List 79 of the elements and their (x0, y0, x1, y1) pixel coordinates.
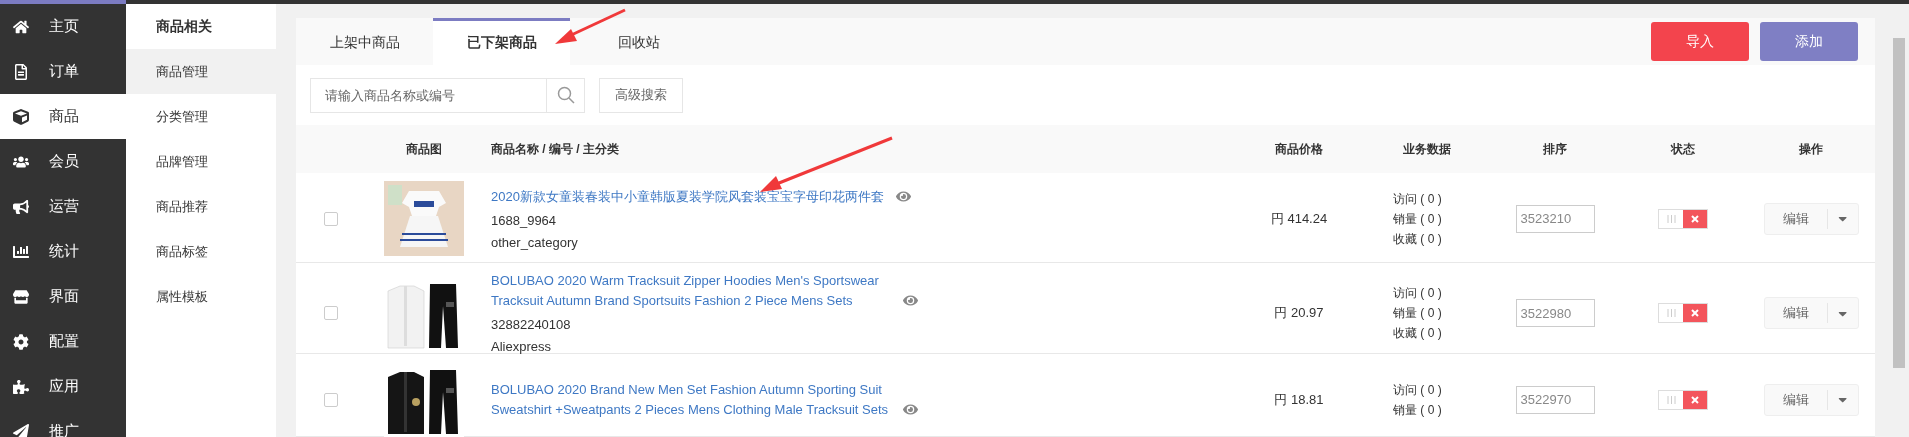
product-category: other_category (491, 233, 579, 251)
nav-label: 统计 (49, 242, 79, 261)
advanced-search-button[interactable]: 高级搜索 (599, 77, 683, 113)
stat-text: 访问 ( 0 ) (1393, 381, 1443, 399)
product-category: Aliexpress (491, 338, 552, 356)
stat-text: 销量 ( 0 ) (1393, 210, 1443, 228)
nav-item[interactable]: 应用 (0, 364, 126, 409)
import-button[interactable]: 导入 (1651, 22, 1749, 62)
status-toggle[interactable] (1658, 303, 1708, 324)
search-button[interactable] (546, 77, 585, 113)
stat-text: 销量 ( 0 ) (1393, 305, 1443, 323)
stat-text: 访问 ( 0 ) (1393, 285, 1443, 303)
tab[interactable]: 回收站 (570, 18, 707, 66)
row-checkbox[interactable] (324, 306, 338, 321)
close-icon (1691, 214, 1699, 223)
product-name-link[interactable]: BOLUBAO 2020 Warm Tracksuit Zipper Hoodies Men's Sportswear Tracksuit Autumn Brand Sportsuits Fashion 2 Piece Mens Sets (491, 271, 891, 312)
nav-item[interactable]: 主页 (0, 4, 126, 49)
nav-item[interactable]: 订单 (0, 49, 126, 94)
column-header: 商品名称 / 编号 / 主分类 (490, 140, 620, 158)
grip-icon (1666, 395, 1676, 404)
column-header: 商品价格 (1274, 140, 1324, 158)
product-name-link[interactable]: BOLUBAO 2020 Brand New Men Set Fashion Autumn Sporting Suit Sweatshirt +Sweatpants 2 Pieces Mens Clothing Male Tracksuit Sets (491, 379, 891, 420)
tab[interactable]: 上架中商品 (296, 18, 433, 66)
nav-item[interactable]: 商品 (0, 94, 126, 139)
nav-label: 应用 (49, 377, 79, 396)
subnav-item[interactable]: 商品管理 (126, 49, 276, 94)
document-icon (13, 63, 29, 80)
price-text: 円 18.81 (1273, 390, 1325, 409)
bar-chart-icon (13, 243, 29, 260)
nav-label: 订单 (49, 62, 79, 81)
search-icon (556, 86, 575, 105)
close-icon (1691, 309, 1699, 318)
nav-label: 会员 (49, 152, 79, 171)
puzzle-icon (13, 378, 29, 395)
stat-text: 销量 ( 0 ) (1393, 401, 1443, 419)
status-toggle[interactable] (1658, 389, 1708, 410)
eye-icon[interactable] (903, 293, 918, 309)
nav-label: 运营 (49, 197, 79, 216)
row-checkbox[interactable] (324, 392, 338, 407)
nav-item[interactable]: 配置 (0, 319, 126, 364)
add-button[interactable]: 添加 (1760, 22, 1858, 62)
column-header: 操作 (1798, 140, 1824, 158)
stat-text: 收藏 ( 0 ) (1393, 230, 1443, 248)
column-header: 业务数据 (1402, 140, 1452, 158)
grip-icon (1666, 309, 1676, 318)
nav-label: 主页 (49, 17, 79, 36)
product-code: 1688_9964 (491, 211, 558, 229)
grip-icon (1666, 214, 1676, 223)
stat-text: 访问 ( 0 ) (1393, 190, 1443, 208)
section-title: 商品相关 (155, 16, 213, 36)
column-header: 状态 (1669, 140, 1696, 158)
price-text: 円 20.97 (1273, 304, 1325, 323)
store-icon (13, 288, 29, 305)
product-code: 32882240108 (491, 316, 572, 334)
price-text: 円 414.24 (1269, 209, 1329, 228)
nav-item[interactable]: 会员 (0, 139, 126, 184)
product-name-link[interactable]: 2020新款女童装春装中小童韩版夏装学院风套装宝宝字母印花两件套 (491, 186, 884, 207)
settings-icon (13, 333, 29, 350)
search-field[interactable]: 请输入商品名称或编号 (310, 77, 546, 113)
stat-text: 收藏 ( 0 ) (1393, 325, 1443, 343)
cube-icon (13, 108, 29, 125)
nav-item[interactable]: 界面 (0, 274, 126, 319)
megaphone-icon (13, 198, 29, 215)
status-toggle[interactable] (1658, 208, 1708, 229)
row-checkbox[interactable] (324, 211, 338, 226)
column-header: 排序 (1542, 140, 1568, 158)
nav-item[interactable]: 统计 (0, 229, 126, 274)
column-header: 商品图 (404, 140, 443, 158)
paper-plane-icon (13, 423, 29, 437)
home-icon (13, 18, 29, 35)
nav-label: 界面 (49, 287, 79, 306)
sort-input[interactable]: 3522970 (1515, 385, 1595, 414)
nav-label: 商品 (49, 107, 79, 126)
tab[interactable]: 已下架商品 (433, 18, 570, 66)
close-icon (1691, 395, 1699, 404)
sort-input[interactable]: 3523210 (1515, 204, 1595, 233)
nav-label: 配置 (49, 332, 79, 351)
sort-input[interactable]: 3522980 (1515, 299, 1595, 328)
nav-item[interactable]: 运营 (0, 184, 126, 229)
